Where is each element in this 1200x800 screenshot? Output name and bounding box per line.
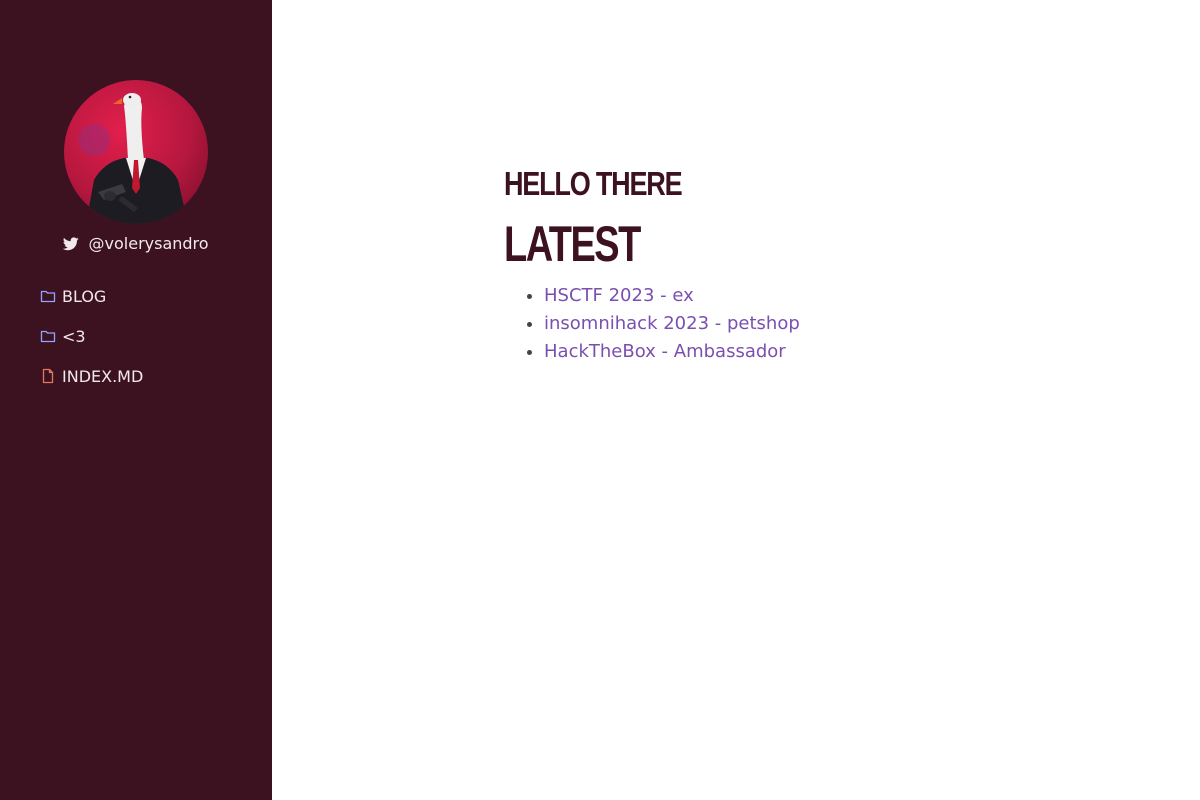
post-link[interactable]: HSCTF 2023 - ex — [544, 285, 694, 306]
post-link[interactable]: HackTheBox - Ambassador — [544, 341, 786, 362]
folder-icon — [40, 328, 56, 344]
sidebar-nav: BLOG <3 INDEX.MD — [40, 284, 260, 404]
sidebar-item-label: <3 — [62, 326, 86, 346]
avatar[interactable] — [64, 80, 208, 224]
folder-icon — [40, 288, 56, 304]
sidebar: @volerysandro BLOG <3 INDEX.MD — [0, 0, 272, 800]
avatar-goose-image — [64, 80, 208, 224]
twitter-handle-text[interactable]: @volerysandro — [89, 234, 209, 253]
file-icon — [40, 368, 56, 384]
sidebar-item-heart[interactable]: <3 — [40, 324, 260, 348]
post-link[interactable]: insomnihack 2023 - petshop — [544, 313, 800, 334]
twitter-icon — [63, 236, 80, 256]
twitter-handle[interactable]: @volerysandro — [0, 234, 272, 256]
sidebar-item-blog[interactable]: BLOG — [40, 284, 260, 308]
page-layout: @volerysandro BLOG <3 INDEX.MD HELLO THE… — [0, 0, 1200, 800]
list-item: HackTheBox - Ambassador — [544, 338, 1144, 366]
latest-posts-list: HSCTF 2023 - ex insomnihack 2023 - petsh… — [504, 282, 1144, 366]
sidebar-item-index[interactable]: INDEX.MD — [40, 364, 260, 388]
list-item: insomnihack 2023 - petshop — [544, 310, 1144, 338]
greeting-heading: HELLO THERE — [504, 165, 683, 202]
latest-heading: LATEST — [504, 216, 641, 272]
sidebar-item-label: BLOG — [62, 286, 107, 306]
main-content: HELLO THERE LATEST HSCTF 2023 - ex insom… — [504, 160, 1144, 366]
sidebar-item-label: INDEX.MD — [62, 366, 144, 386]
list-item: HSCTF 2023 - ex — [544, 282, 1144, 310]
